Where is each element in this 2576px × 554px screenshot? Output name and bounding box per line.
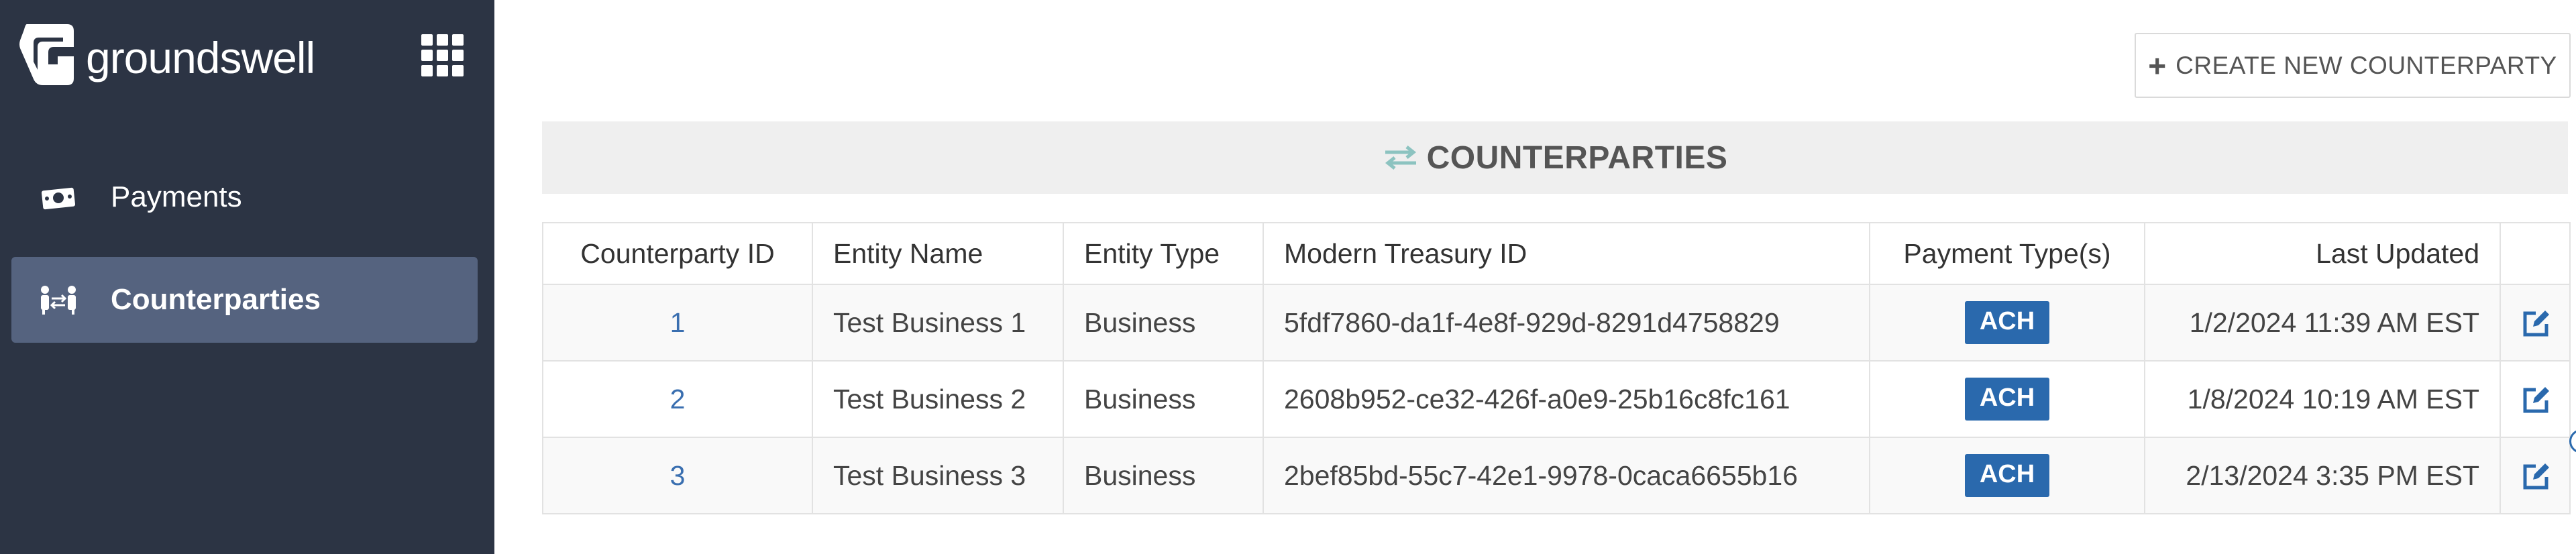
- counterparty-id-cell: 3: [542, 437, 813, 514]
- plus-icon: +: [2148, 48, 2167, 83]
- column-header-actions: [2500, 222, 2571, 285]
- groundswell-logo-icon: [19, 24, 74, 85]
- money-icon: [41, 187, 76, 210]
- sidebar-item-label: Payments: [111, 180, 242, 213]
- panel-header: COUNTERPARTIES: [542, 121, 2568, 194]
- column-header-last-updated[interactable]: Last Updated: [2144, 222, 2501, 285]
- entity-name-cell: Test Business 1: [812, 284, 1064, 362]
- payment-type-badge: ACH: [1964, 378, 2050, 421]
- grid-apps-icon[interactable]: [421, 34, 464, 76]
- table-row: 1 Test Business 1 Business 5fdf7860-da1f…: [542, 284, 2571, 362]
- counterparty-id-cell: 1: [542, 284, 813, 362]
- column-header-entity-name[interactable]: Entity Name: [812, 222, 1064, 285]
- edit-icon[interactable]: [2521, 462, 2551, 492]
- last-updated-cell: 1/8/2024 10:19 AM EST: [2144, 360, 2501, 438]
- actions-cell: [2500, 360, 2571, 438]
- create-button-label: CREATE NEW COUNTERPARTY: [2176, 51, 2557, 79]
- create-new-counterparty-button[interactable]: + CREATE NEW COUNTERPARTY: [2135, 33, 2571, 98]
- counterparty-id-link[interactable]: 2: [670, 384, 686, 414]
- column-header-modern-treasury-id[interactable]: Modern Treasury ID: [1263, 222, 1870, 285]
- brand-name: groundswell: [86, 32, 315, 82]
- sidebar: groundswell Payments Counterparties: [0, 0, 494, 554]
- payment-type-cell: ACH: [1869, 284, 2145, 362]
- last-updated-cell: 1/2/2024 11:39 AM EST: [2144, 284, 2501, 362]
- counterparty-id-link[interactable]: 3: [670, 460, 686, 491]
- brand[interactable]: groundswell: [19, 23, 315, 87]
- table-row: 3 Test Business 3 Business 2bef85bd-55c7…: [542, 437, 2571, 514]
- actions-cell: [2500, 284, 2571, 362]
- actions-cell: [2500, 437, 2571, 514]
- column-header-counterparty-id[interactable]: Counterparty ID: [542, 222, 813, 285]
- payment-type-badge: ACH: [1964, 301, 2050, 344]
- edit-icon[interactable]: [2521, 309, 2551, 339]
- entity-type-cell: Business: [1063, 284, 1264, 362]
- column-header-payment-types[interactable]: Payment Type(s): [1869, 222, 2145, 285]
- entity-type-cell: Business: [1063, 360, 1264, 438]
- sidebar-item-label: Counterparties: [111, 283, 321, 316]
- payment-type-cell: ACH: [1869, 437, 2145, 514]
- modern-treasury-id-cell: 2bef85bd-55c7-42e1-9978-0caca6655b16: [1263, 437, 1870, 514]
- payment-type-badge: ACH: [1964, 454, 2050, 497]
- counterparty-id-cell: 2: [542, 360, 813, 438]
- last-updated-cell: 2/13/2024 3:35 PM EST: [2144, 437, 2501, 514]
- table-row: 2 Test Business 2 Business 2608b952-ce32…: [542, 360, 2571, 438]
- page-title: COUNTERPARTIES: [1426, 140, 1728, 176]
- entity-type-cell: Business: [1063, 437, 1264, 514]
- sidebar-item-counterparties[interactable]: Counterparties: [11, 257, 478, 343]
- people-exchange-icon: [41, 286, 76, 315]
- entity-name-cell: Test Business 3: [812, 437, 1064, 514]
- counterparty-id-link[interactable]: 1: [670, 307, 686, 338]
- edit-icon[interactable]: [2521, 386, 2551, 415]
- counterparties-table: Counterparty ID Entity Name Entity Type …: [542, 222, 2571, 514]
- modern-treasury-id-cell: 2608b952-ce32-426f-a0e9-25b16c8fc161: [1263, 360, 1870, 438]
- swap-arrows-icon: [1385, 146, 1416, 170]
- entity-name-cell: Test Business 2: [812, 360, 1064, 438]
- modern-treasury-id-cell: 5fdf7860-da1f-4e8f-929d-8291d4758829: [1263, 284, 1870, 362]
- sidebar-item-payments[interactable]: Payments: [11, 154, 478, 240]
- column-header-entity-type[interactable]: Entity Type: [1063, 222, 1264, 285]
- table-header-row: Counterparty ID Entity Name Entity Type …: [542, 222, 2571, 285]
- payment-type-cell: ACH: [1869, 360, 2145, 438]
